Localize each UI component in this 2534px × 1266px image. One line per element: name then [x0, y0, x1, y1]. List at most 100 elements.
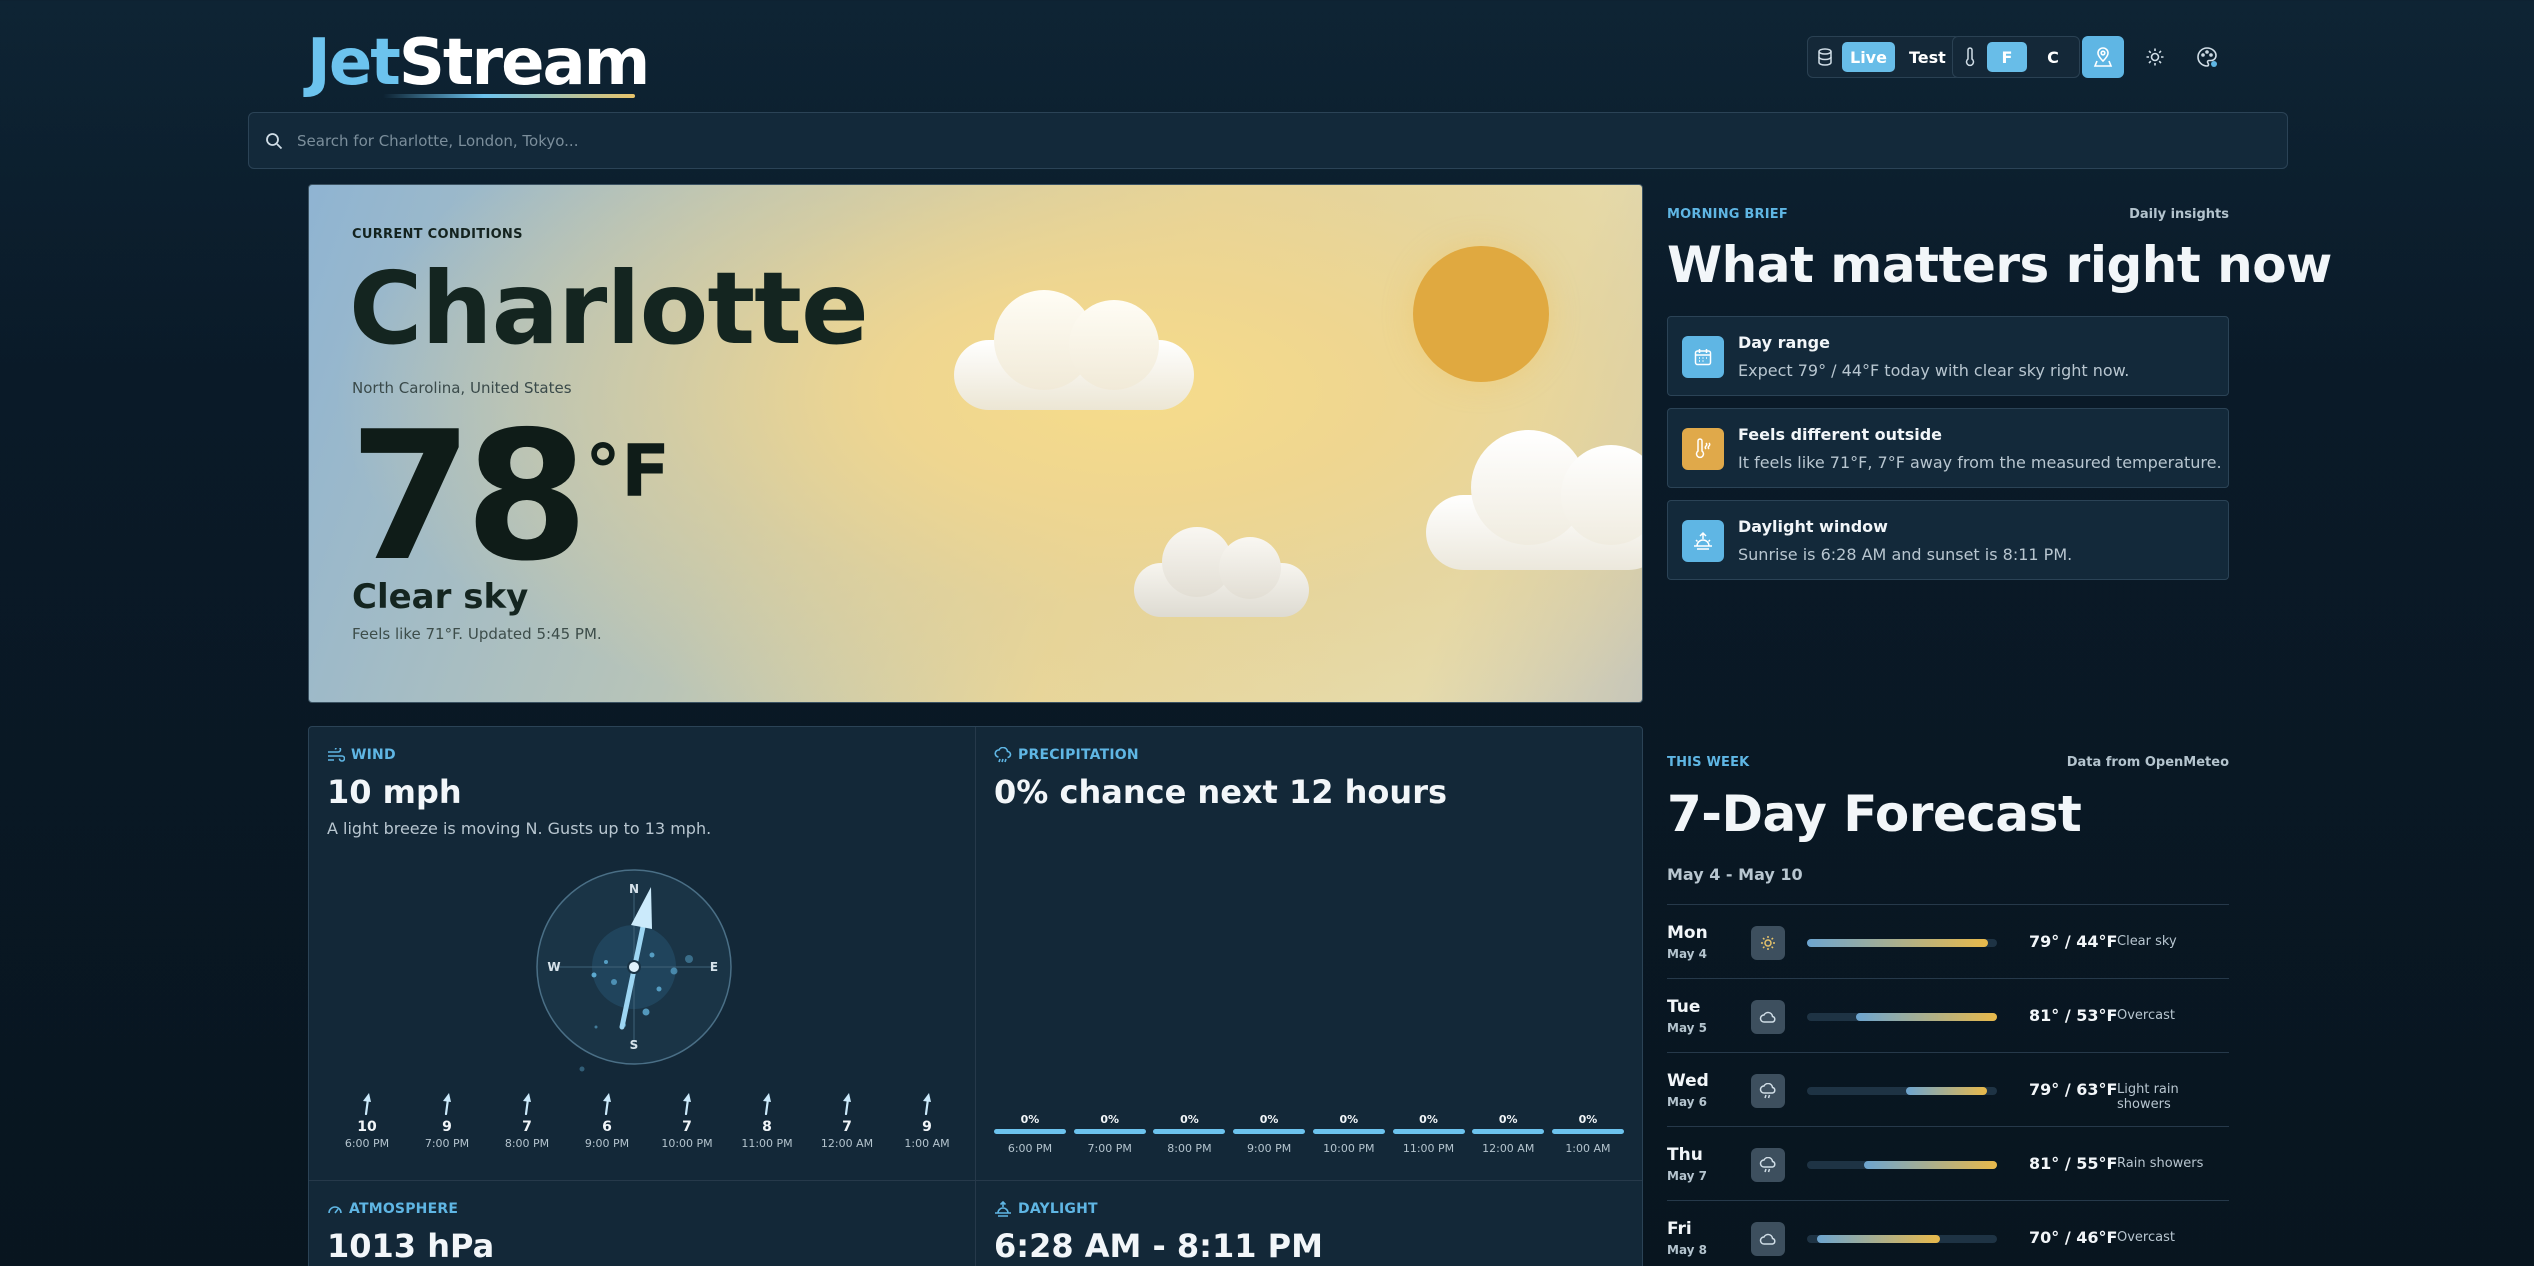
city-search-bar[interactable]	[248, 112, 2288, 169]
daylight-window: 6:28 AM - 8:11 PM	[994, 1227, 1323, 1265]
cloud-icon	[1751, 1000, 1785, 1034]
forecast-day-row[interactable]: Fri May 8 70° / 46°F Overcast	[1667, 1200, 2229, 1266]
insight-card-day-range: Day range Expect 79° / 44°F today with c…	[1667, 316, 2229, 396]
precip-hour-bar	[1472, 1129, 1545, 1134]
temperature-range-track	[1807, 1013, 1997, 1021]
precip-hour-value: 0%	[1180, 1113, 1199, 1126]
daily-insights-label: Daily insights	[2129, 207, 2229, 222]
wind-direction-arrow-icon	[523, 1093, 531, 1116]
unit-c-button[interactable]: C	[2033, 42, 2073, 72]
precip-hour-bar	[1312, 1129, 1385, 1134]
logo-stream: Stream	[398, 26, 651, 100]
metrics-grid: WIND 10 mph A light breeze is moving N. …	[308, 726, 1643, 1266]
insight-title: Day range	[1738, 333, 1830, 352]
temperature-range-track	[1807, 1235, 1997, 1243]
rain-cloud-icon	[1751, 1148, 1785, 1182]
wind-hour-time: 6:00 PM	[344, 1137, 390, 1150]
forecast-day-date: May 6	[1667, 1095, 1708, 1109]
sunrise-icon	[1682, 520, 1724, 562]
precip-hour-time: 1:00 AM	[1565, 1142, 1611, 1155]
precip-hour-time: 9:00 PM	[1246, 1142, 1292, 1155]
source-test-button[interactable]: Test	[1901, 42, 1954, 72]
app-logo[interactable]: JetStream	[307, 24, 651, 102]
precip-hour-value: 0%	[1419, 1113, 1438, 1126]
wind-hour-item: 6 9:00 PM	[567, 1093, 647, 1150]
insight-desc: Expect 79° / 44°F today with clear sky r…	[1738, 361, 2130, 380]
forecast-day-row[interactable]: Thu May 7 81° / 55°F Rain showers	[1667, 1126, 2229, 1200]
compass-east: E	[710, 960, 718, 974]
atmosphere-label: ATMOSPHERE	[349, 1201, 459, 1217]
forecast-condition: Overcast	[2117, 1008, 2175, 1023]
daylight-panel: DAYLIGHT 6:28 AM - 8:11 PM	[976, 1181, 1642, 1266]
precip-hour-time: 10:00 PM	[1323, 1142, 1375, 1155]
search-input[interactable]	[297, 131, 2197, 150]
forecast-condition: Overcast	[2117, 1230, 2175, 1245]
forecast-day-name: Fri	[1667, 1219, 1692, 1239]
forecast-day-name: Wed	[1667, 1071, 1709, 1091]
brief-title: What matters right now	[1667, 236, 2332, 294]
precip-hour-value: 0%	[1020, 1113, 1040, 1126]
precip-hour-value: 0%	[1578, 1113, 1598, 1126]
database-icon	[1814, 46, 1836, 68]
compass-north: N	[629, 882, 639, 896]
rain-cloud-icon	[994, 747, 1012, 763]
wind-hourly-row: 10 6:00 PM 9 7:00 PM 7 8:00 PM 6 9:00 PM 7 10:00 …	[327, 1093, 967, 1150]
wind-hour-item: 10 6:00 PM	[327, 1093, 407, 1150]
forecast-hi-lo: 79° / 44°F	[2029, 932, 2118, 951]
precip-hour-item: 0% 6:00 PM	[994, 1113, 1066, 1155]
forecast-hi-lo: 81° / 53°F	[2029, 1006, 2118, 1025]
insight-title: Daylight window	[1738, 517, 1888, 536]
gauge-icon	[328, 1206, 342, 1214]
current-condition: Clear sky	[352, 577, 529, 617]
forecast-day-date: May 7	[1667, 1169, 1708, 1183]
wind-hour-time: 1:00 AM	[904, 1137, 950, 1150]
precip-hour-value: 0%	[1100, 1113, 1120, 1126]
location-pin-icon	[2093, 47, 2113, 67]
temperature-range-fill	[1807, 939, 1988, 947]
calendar-icon	[1682, 336, 1724, 378]
wind-compass: N E S W	[536, 869, 732, 1072]
current-conditions-eyebrow: CURRENT CONDITIONS	[352, 227, 523, 242]
unit-f-button[interactable]: F	[1987, 42, 2027, 72]
forecast-condition: Rain showers	[2117, 1156, 2204, 1171]
current-temperature: 78	[349, 393, 589, 600]
thermometer-icon	[1682, 428, 1724, 470]
forecast-title: 7-Day Forecast	[1667, 785, 2082, 843]
temperature-range-fill	[1856, 1013, 1997, 1021]
cloud-illustration	[1134, 525, 1309, 617]
precip-hour-bar	[994, 1129, 1066, 1134]
wind-hour-item: 7 10:00 PM	[647, 1093, 727, 1150]
logo-jet: Jet	[307, 26, 401, 100]
sunrise-icon	[995, 1201, 1011, 1217]
theme-toggle-button[interactable]	[2134, 36, 2176, 78]
palette-button[interactable]	[2186, 36, 2228, 78]
wind-hour-time: 11:00 PM	[741, 1137, 793, 1150]
precip-hour-time: 7:00 PM	[1087, 1142, 1132, 1155]
forecast-hi-lo: 79° / 63°F	[2029, 1080, 2118, 1099]
location-button[interactable]	[2082, 36, 2124, 78]
precip-hour-bar	[1073, 1129, 1146, 1134]
forecast-day-row[interactable]: Tue May 5 81° / 53°F Overcast	[1667, 978, 2229, 1052]
forecast-day-row[interactable]: Mon May 4 79° / 44°F Clear sky	[1667, 904, 2229, 978]
precip-hour-value: 0%	[1339, 1113, 1359, 1126]
insight-card-daylight: Daylight window Sunrise is 6:28 AM and s…	[1667, 500, 2229, 580]
precipitation-hourly-row: 0% 6:00 PM 0% 7:00 PM 0% 8:00 PM 0% 9:00 PM 0% 10…	[994, 1113, 1624, 1155]
current-conditions-card: CURRENT CONDITIONS Charlotte North Carol…	[308, 184, 1643, 703]
forecast-day-row[interactable]: Wed May 6 79° / 63°F Light rain showers	[1667, 1052, 2229, 1126]
wind-hour-speed: 7	[522, 1119, 532, 1135]
wind-panel: WIND 10 mph A light breeze is moving N. …	[309, 727, 976, 1181]
unit-toggle: F C	[1952, 36, 2080, 78]
daylight-label: DAYLIGHT	[1018, 1201, 1098, 1217]
wind-direction-arrow-icon	[683, 1093, 691, 1116]
palette-icon	[2197, 47, 2217, 67]
wind-hour-item: 8 11:00 PM	[727, 1093, 807, 1150]
wind-description: A light breeze is moving N. Gusts up to …	[327, 819, 712, 838]
source-live-button[interactable]: Live	[1842, 42, 1895, 72]
wind-direction-arrow-icon	[363, 1093, 371, 1116]
precip-hour-item: 0% 11:00 PM	[1392, 1113, 1465, 1155]
precip-hour-item: 0% 7:00 PM	[1073, 1113, 1146, 1155]
morning-brief-eyebrow: MORNING BRIEF	[1667, 207, 1788, 222]
wind-hour-item: 9 1:00 AM	[887, 1093, 967, 1150]
temperature-range-fill	[1816, 1235, 1940, 1243]
precip-hour-item: 0% 1:00 AM	[1551, 1113, 1624, 1155]
